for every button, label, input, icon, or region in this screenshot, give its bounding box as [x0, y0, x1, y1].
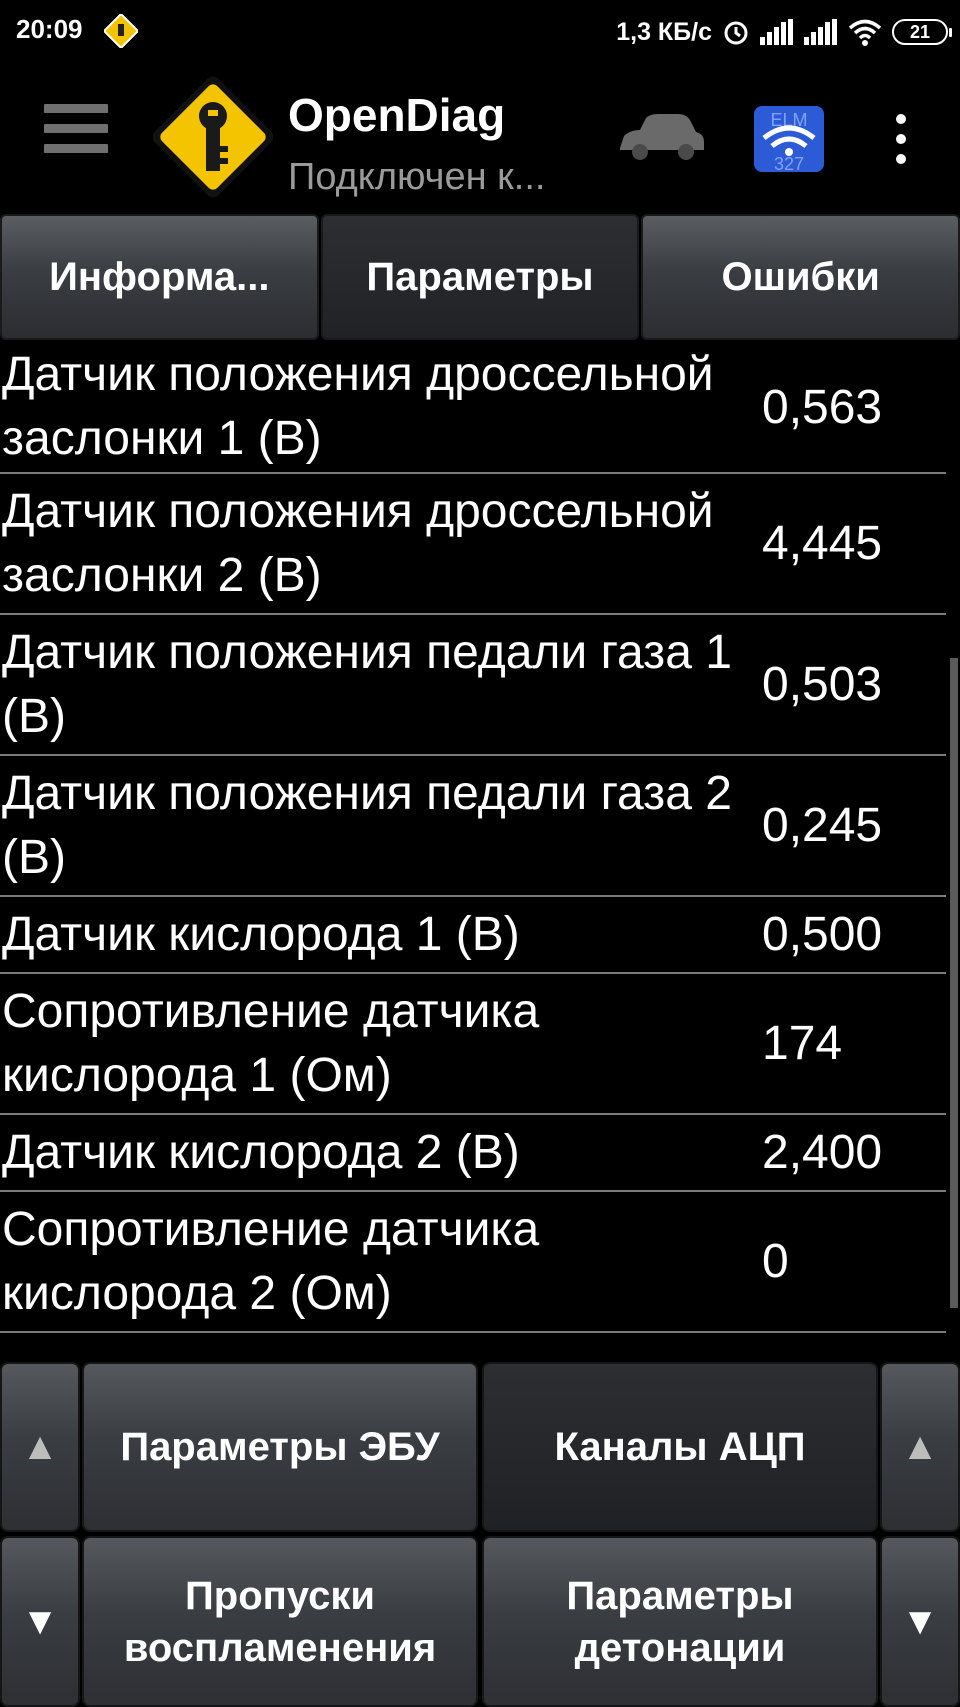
alarm-icon — [724, 21, 748, 45]
knock-parameters-button[interactable]: Параметры детонации — [482, 1536, 878, 1707]
signal-icon — [804, 19, 837, 45]
parameter-value: 4,445 — [762, 517, 883, 570]
parameter-name: Датчик кислорода 2 (В) — [2, 1125, 520, 1179]
tab-errors[interactable]: Ошибки — [641, 214, 960, 340]
list-item[interactable]: Сопротивление датчика кислорода 2 (Ом) 0 — [0, 1192, 946, 1333]
app-notification-icon — [104, 14, 138, 48]
down-arrow-icon: ▼ — [21, 1600, 59, 1643]
status-time: 20:09 — [16, 14, 83, 44]
status-right: 1,3 КБ/с 21 — [616, 12, 952, 52]
list-item[interactable]: Датчик кислорода 1 (В) 0,500 — [0, 897, 946, 974]
elm327-wifi-icon[interactable]: ELM 327 — [752, 104, 826, 174]
svg-text:327: 327 — [774, 154, 804, 174]
parameter-value: 0,503 — [762, 658, 883, 711]
battery-icon: 21 — [892, 19, 952, 45]
parameter-name: Датчик положения дроссельной заслонки 1 … — [2, 348, 714, 465]
bottom-button-panel: ▲ Параметры ЭБУ Каналы АЦП ▲ ▼ Пропуски … — [0, 1362, 960, 1707]
app-title: OpenDiag — [288, 89, 506, 141]
parameter-name: Датчик положения педали газа 1 (В) — [2, 625, 732, 743]
up-arrow-icon: ▲ — [21, 1426, 59, 1468]
parameter-name: Датчик положения педали газа 2 (В) — [2, 766, 732, 884]
list-item[interactable]: Датчик положения дроссельной заслонки 1 … — [0, 342, 946, 474]
tab-information[interactable]: Информа... — [0, 214, 319, 340]
parameter-list[interactable]: Датчик положения дроссельной заслонки 1 … — [0, 342, 946, 1362]
list-item[interactable]: Датчик положения дроссельной заслонки 2 … — [0, 474, 946, 615]
parameter-value: 174 — [762, 1017, 843, 1070]
car-icon[interactable] — [616, 108, 708, 168]
parameter-value: 0,500 — [762, 908, 883, 961]
signal-icon — [760, 19, 793, 45]
menu-icon[interactable] — [44, 104, 108, 174]
app-logo-icon — [152, 76, 274, 198]
tab-parameters[interactable]: Параметры — [320, 214, 640, 340]
parameter-value: 0,563 — [762, 380, 883, 434]
scroll-up-button[interactable]: ▲ — [0, 1362, 80, 1532]
overflow-menu-icon[interactable] — [888, 114, 914, 164]
wifi-icon — [848, 19, 882, 46]
ecu-parameters-button[interactable]: Параметры ЭБУ — [82, 1362, 478, 1532]
parameter-value: 2,400 — [762, 1126, 883, 1179]
tab-bar: Информа... Параметры Ошибки — [0, 214, 960, 340]
parameter-value: 0,245 — [762, 799, 883, 852]
list-item[interactable]: Датчик положения педали газа 2 (В) 0,245 — [0, 756, 946, 897]
down-arrow-icon: ▼ — [901, 1600, 939, 1643]
parameter-name: Сопротивление датчика кислорода 2 (Ом) — [2, 1202, 540, 1320]
adc-channels-button[interactable]: Каналы АЦП — [482, 1362, 878, 1532]
scroll-up-button-right[interactable]: ▲ — [880, 1362, 960, 1532]
action-bar: OpenDiag Подключен к... ELM 327 — [0, 66, 960, 212]
list-item[interactable]: Датчик положения педали газа 1 (В) 0,503 — [0, 615, 946, 756]
scroll-down-button-right[interactable]: ▼ — [880, 1536, 960, 1707]
status-bar: 20:09 1,3 КБ/с 21 — [0, 0, 960, 66]
parameter-name: Датчик положения дроссельной заслонки 2 … — [2, 484, 714, 602]
parameter-name: Датчик кислорода 1 (В) — [2, 907, 520, 961]
scroll-down-button[interactable]: ▼ — [0, 1536, 80, 1707]
parameter-name: Сопротивление датчика кислорода 1 (Ом) — [2, 984, 540, 1102]
parameter-value: 0 — [762, 1235, 789, 1288]
up-arrow-icon: ▲ — [901, 1426, 939, 1468]
list-item[interactable]: Сопротивление датчика кислорода 1 (Ом) 1… — [0, 974, 946, 1115]
list-item[interactable]: Датчик кислорода 2 (В) 2,400 — [0, 1115, 946, 1192]
list-scrollbar[interactable] — [950, 658, 958, 1308]
misfires-button[interactable]: Пропуски воспламенения — [82, 1536, 478, 1707]
connection-subtitle: Подключен к... — [288, 156, 546, 198]
network-speed: 1,3 КБ/с — [616, 17, 712, 46]
